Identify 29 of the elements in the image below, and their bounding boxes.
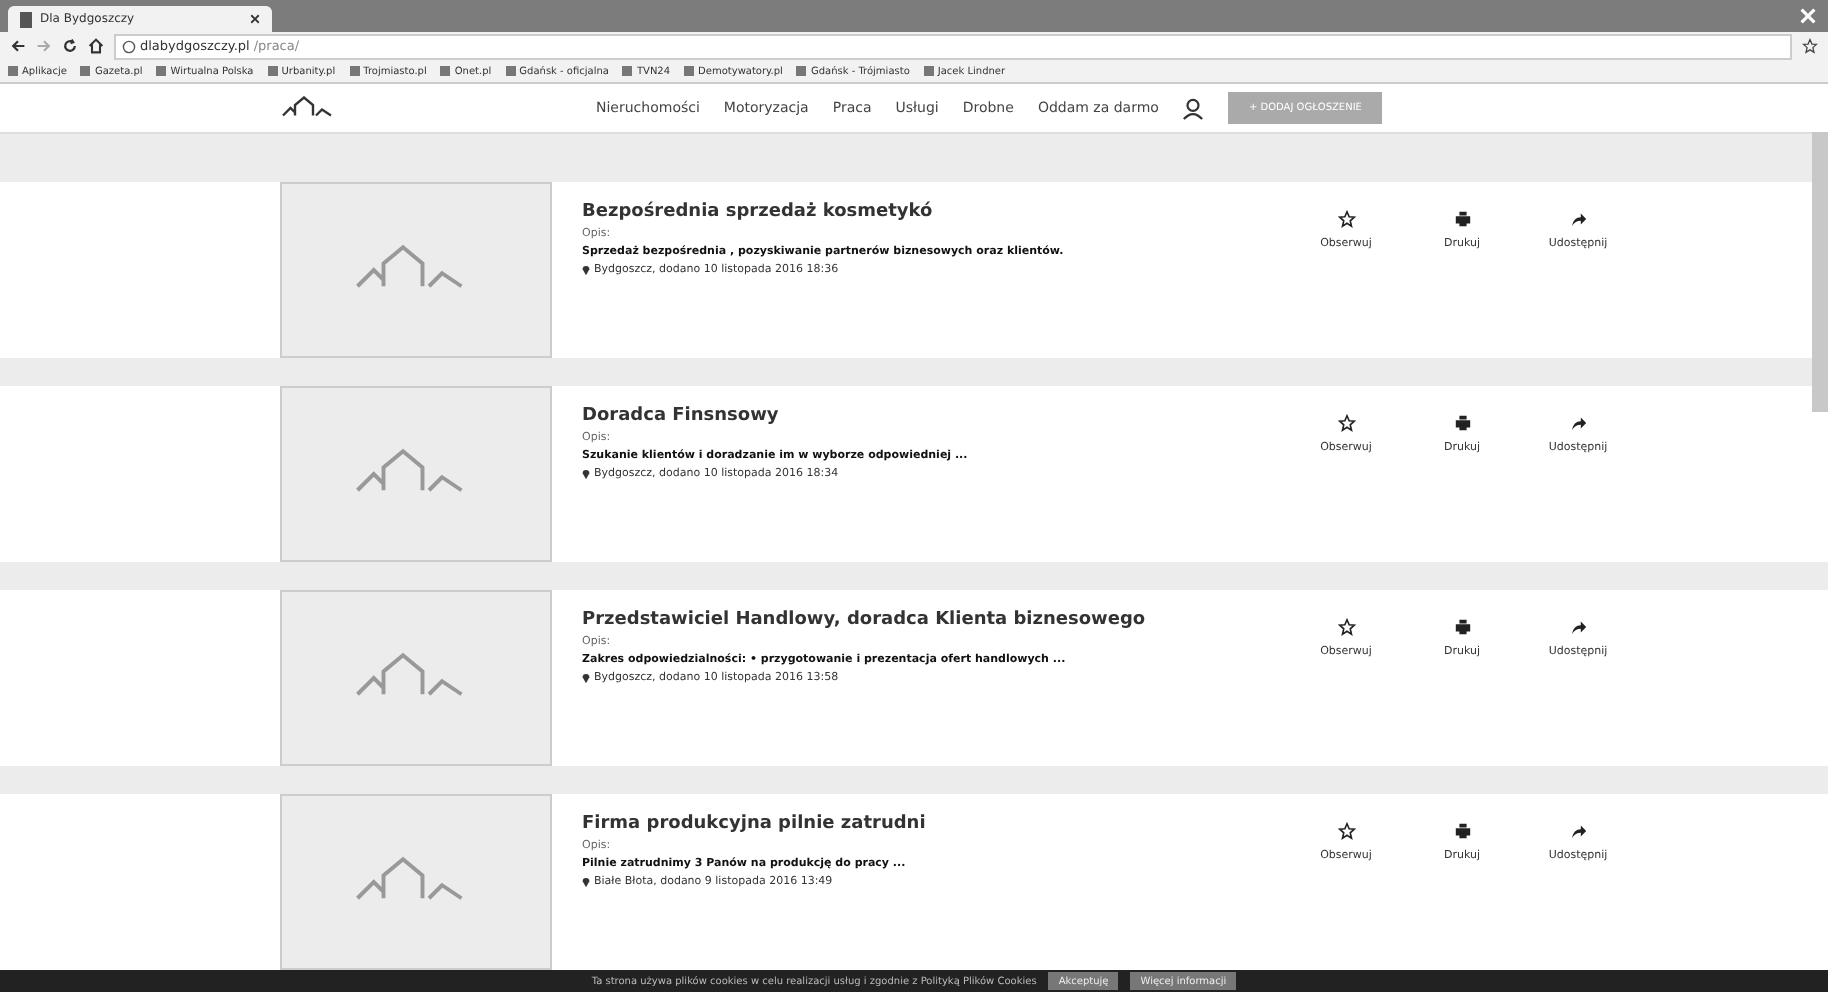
info-icon [122, 39, 136, 53]
location-pin-icon [582, 876, 590, 888]
share-icon [1569, 822, 1587, 840]
star-icon [1337, 822, 1355, 840]
printer-icon [1453, 210, 1471, 228]
listing-title[interactable]: Firma produkcyjna pilnie zatrudni [582, 814, 1302, 834]
star-icon[interactable] [1802, 38, 1818, 54]
listing-title[interactable]: Bezpośrednia sprzedaż kosmetykó [582, 202, 1302, 222]
printer-icon [1453, 618, 1471, 636]
star-icon [1337, 618, 1355, 636]
location-pin-icon [582, 264, 590, 276]
printer-icon [1453, 414, 1471, 432]
star-icon [1337, 210, 1355, 228]
home-icon[interactable] [88, 38, 104, 54]
user-icon[interactable] [1182, 97, 1205, 119]
listing-title[interactable]: Przedstawiciel Handlowy, doradca Klienta biznesowego [582, 610, 1302, 630]
back-icon[interactable] [10, 38, 26, 54]
share-icon [1569, 414, 1587, 432]
share-icon [1569, 618, 1587, 636]
location-pin-icon [582, 468, 590, 480]
printer-icon [1453, 822, 1471, 840]
page-icon [20, 11, 32, 27]
close-icon[interactable] [250, 14, 260, 24]
share-icon [1569, 210, 1587, 228]
listing-title[interactable]: Doradca Finsnsowy [582, 406, 1302, 426]
location-pin-icon [582, 672, 590, 684]
star-icon [1337, 414, 1355, 432]
reload-icon[interactable] [62, 38, 78, 54]
scrollbar[interactable] [1812, 132, 1828, 412]
